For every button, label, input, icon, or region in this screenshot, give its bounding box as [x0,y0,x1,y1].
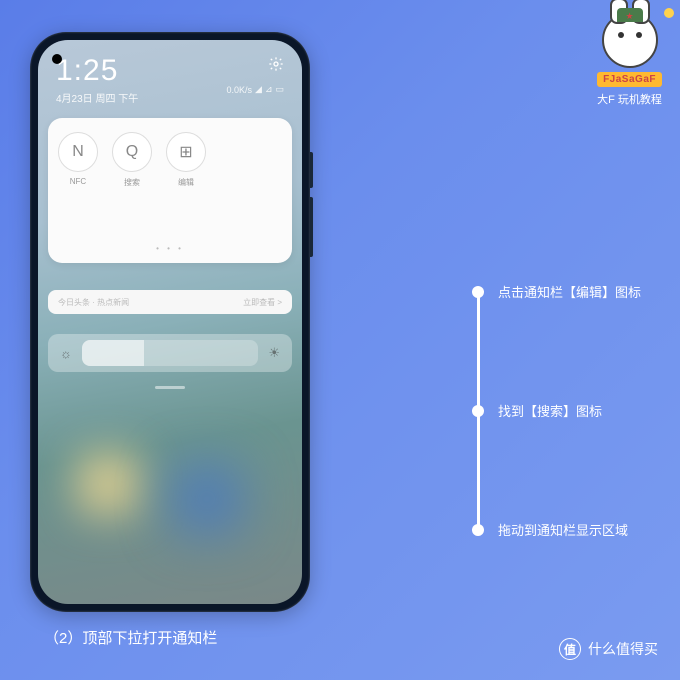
quick-tiles-row: N NFC Q 搜索 ⊞ 编辑 [58,132,282,188]
step-dot-icon [472,286,484,298]
wifi-icon: ◢ [255,84,262,95]
tutorial-steps: 点击通知栏【编辑】图标 找到【搜索】图标 拖动到通知栏显示区域 [472,282,652,539]
nfc-icon: N [58,132,98,172]
clock-time: 1:25 [56,54,284,88]
phone-screen: 1:25 4月23日 周四 下午 0.0K/s ◢ ⊿ ▭ N NFC Q 搜索 [38,40,302,604]
banner-left: 今日头条 · 热点新闻 [58,297,129,308]
battery-icon: ▭ [275,84,284,95]
mascot-banner: FJaSaGaF [597,72,662,87]
tile-label: 编辑 [166,177,206,188]
step-text: 找到【搜索】图标 [498,401,602,420]
step-text: 拖动到通知栏显示区域 [498,520,628,539]
brightness-slider[interactable]: ☼ ☀ [48,334,292,372]
tile-edit[interactable]: ⊞ 编辑 [166,132,206,188]
status-bar[interactable]: 1:25 4月23日 周四 下午 0.0K/s ◢ ⊿ ▭ [38,40,302,111]
slider-track[interactable] [82,340,258,366]
step-3: 拖动到通知栏显示区域 [472,520,652,539]
brightness-low-icon: ☼ [60,346,72,361]
signal-icon: ⊿ [265,84,273,95]
mascot-subtitle: 大F 玩机教程 [597,91,662,107]
step-1: 点击通知栏【编辑】图标 [472,282,652,301]
smzdm-logo-icon: 值 [559,638,581,660]
watermark-text: 什么值得买 [588,639,658,659]
step-dot-icon [472,405,484,417]
step-dot-icon [472,524,484,536]
phone-mockup: 1:25 4月23日 周四 下午 0.0K/s ◢ ⊿ ▭ N NFC Q 搜索 [30,32,310,612]
search-icon: Q [112,132,152,172]
data-rate: 0.0K/s [227,85,253,95]
watermark: 值 什么值得买 [559,638,658,660]
step-2: 找到【搜索】图标 [472,401,652,420]
figure-caption: （2）顶部下拉打开通知栏 [44,627,217,648]
camera-hole [52,54,62,64]
tile-search[interactable]: Q 搜索 [112,132,152,188]
author-mascot: ★ FJaSaGaF 大F 玩机教程 [597,12,662,107]
tile-nfc[interactable]: N NFC [58,132,98,188]
quick-settings-panel[interactable]: N NFC Q 搜索 ⊞ 编辑 • • • [48,118,292,263]
page-indicator: • • • [58,244,282,253]
banner-right: 立即查看 > [243,297,282,308]
brightness-high-icon: ☀ [268,345,280,361]
edit-icon: ⊞ [166,132,206,172]
news-banner[interactable]: 今日头条 · 热点新闻 立即查看 > [48,290,292,314]
step-text: 点击通知栏【编辑】图标 [498,282,641,301]
settings-icon[interactable] [268,56,284,72]
panel-drag-handle[interactable] [155,386,185,389]
tile-label: NFC [58,177,98,186]
tile-label: 搜索 [112,177,152,188]
status-icons: 0.0K/s ◢ ⊿ ▭ [227,84,285,95]
